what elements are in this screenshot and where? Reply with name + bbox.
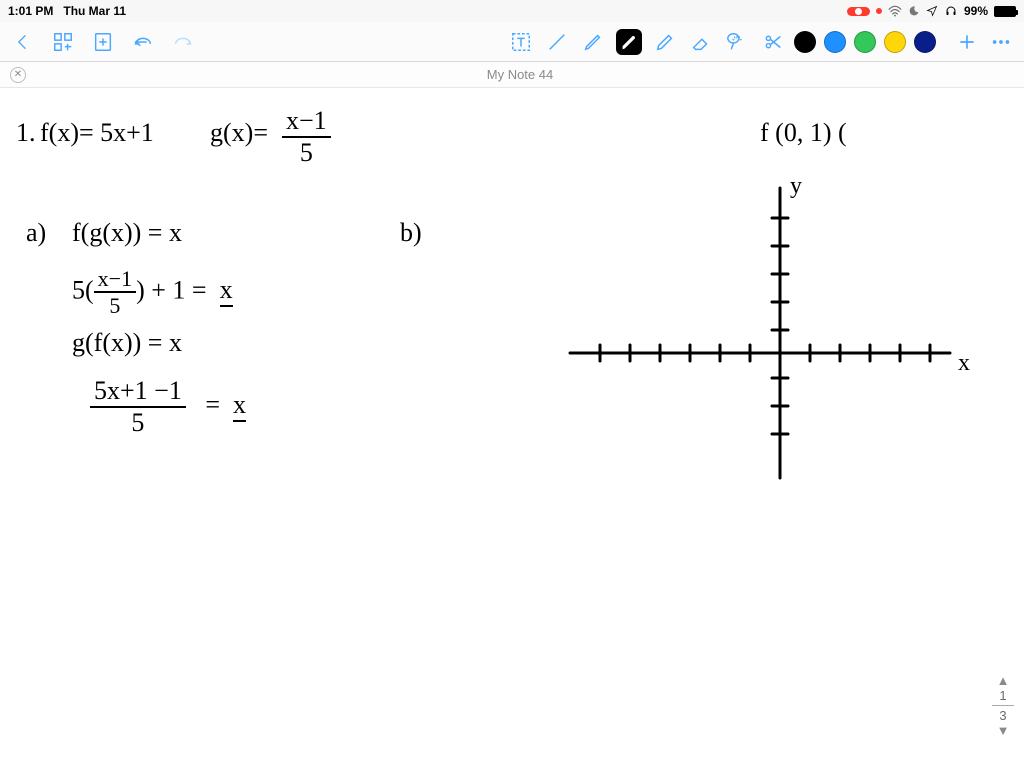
page-total: 3 [988,708,1018,723]
undo-button[interactable] [130,29,156,55]
color-palette [794,29,1014,55]
page-current: 1 [988,688,1018,703]
color-swatch-3[interactable] [884,31,906,53]
redo-button[interactable] [170,29,196,55]
battery-percent: 99% [964,4,988,18]
wifi-icon [888,5,902,17]
document-title: My Note 44 [487,67,553,82]
part-b-label: b) [400,218,422,248]
color-swatch-2[interactable] [854,31,876,53]
moon-icon [908,5,920,17]
highlighter-tool-button[interactable] [652,29,678,55]
page-down-button[interactable]: ▼ [988,723,1018,738]
text-tool-button[interactable] [508,29,534,55]
grid-view-button[interactable] [50,29,76,55]
a-line1: f(g(x)) = x [72,218,182,248]
more-button[interactable] [988,29,1014,55]
pencil-tool-button[interactable] [580,29,606,55]
document-title-row: ✕ My Note 44 [0,62,1024,88]
g-definition-lhs: g(x)= [210,118,268,148]
y-axis-label: y [790,173,802,201]
new-page-button[interactable] [90,29,116,55]
headphones-icon [944,5,958,17]
g-definition-frac: x−15 [282,106,331,168]
f-definition: f(x)= 5x+1 [40,118,154,148]
screen-record-pill[interactable] [847,7,870,16]
problem-label: 1. [16,118,36,148]
close-button[interactable]: ✕ [10,67,26,83]
f-point-note: f (0, 1) ( [760,118,847,148]
lasso-tool-button[interactable] [724,29,750,55]
a-line4: 5x+1 −15 = x [90,376,246,438]
part-a-label: a) [26,218,46,248]
pen-tool-button[interactable] [616,29,642,55]
eraser-tool-button[interactable] [688,29,714,55]
status-time: 1:01 PM [8,4,53,18]
a-line3: g(f(x)) = x [72,328,182,358]
scissors-tool-button[interactable] [760,29,786,55]
a-line2: 5(x−15) + 1 = x [72,266,233,319]
coordinate-axes [550,168,970,498]
x-axis-label: x [958,350,970,378]
note-canvas[interactable]: 1. f(x)= 5x+1 g(x)= x−15 a) f(g(x)) = x … [0,88,1024,768]
color-swatch-0[interactable] [794,31,816,53]
recording-dot-icon [876,8,882,14]
back-button[interactable] [10,29,36,55]
status-date: Thu Mar 11 [63,4,126,18]
add-button[interactable] [954,29,980,55]
line-tool-button[interactable] [544,29,570,55]
location-icon [926,5,938,17]
battery-icon [994,6,1016,17]
page-stepper: ▲ 1 3 ▼ [988,673,1018,738]
color-swatch-4[interactable] [914,31,936,53]
page-up-button[interactable]: ▲ [988,673,1018,688]
app-toolbar [0,22,1024,62]
status-bar: 1:01 PM Thu Mar 11 99% [0,0,1024,22]
color-swatch-1[interactable] [824,31,846,53]
